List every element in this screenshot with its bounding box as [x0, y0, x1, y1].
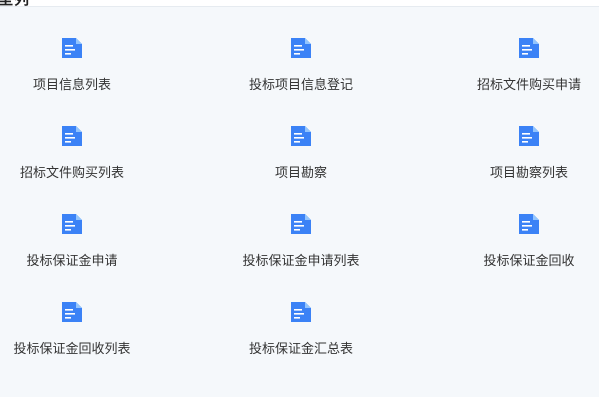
tile-label: 投标保证金申请列表	[242, 254, 360, 269]
tile-bid-deposit-request[interactable]: 投标保证金申请	[0, 212, 162, 282]
tile-bid-project-registration[interactable]: 投标项目信息登记	[211, 36, 391, 106]
tile-label: 项目信息列表	[32, 78, 111, 93]
app-page: 型列 项目信息列表 投标项目信息登记 招标文件购买申请 招标文件购买列表 项目勘…	[0, 0, 599, 397]
document-icon	[289, 212, 313, 236]
tile-bid-deposit-recovery[interactable]: 投标保证金回收	[439, 212, 599, 282]
tile-project-survey-list[interactable]: 项目勘察列表	[439, 124, 599, 194]
tile-bid-deposit-summary[interactable]: 投标保证金汇总表	[211, 300, 391, 370]
document-icon	[60, 212, 84, 236]
document-icon	[517, 212, 541, 236]
header-bar	[0, 0, 599, 7]
tile-tender-doc-purchase-request[interactable]: 招标文件购买申请	[439, 36, 599, 106]
tile-project-info-list[interactable]: 项目信息列表	[0, 36, 162, 106]
tile-label: 投标项目信息登记	[248, 78, 353, 93]
document-icon	[289, 300, 313, 324]
document-icon	[289, 124, 313, 148]
tile-label: 项目勘察列表	[489, 166, 568, 181]
document-icon	[517, 36, 541, 60]
tile-bid-deposit-request-list[interactable]: 投标保证金申请列表	[211, 212, 391, 282]
tile-label: 投标保证金回收	[483, 254, 575, 269]
tile-label: 投标保证金回收列表	[13, 342, 131, 357]
tile-label: 投标保证金汇总表	[248, 342, 353, 357]
document-icon	[60, 124, 84, 148]
tile-bid-deposit-recovery-list[interactable]: 投标保证金回收列表	[0, 300, 162, 370]
document-icon	[289, 36, 313, 60]
tile-label: 招标文件购买列表	[19, 166, 124, 181]
tile-tender-doc-purchase-list[interactable]: 招标文件购买列表	[0, 124, 162, 194]
document-icon	[60, 36, 84, 60]
tile-label: 项目勘察	[274, 166, 327, 181]
document-icon	[60, 300, 84, 324]
document-icon	[517, 124, 541, 148]
tile-label: 招标文件购买申请	[476, 78, 581, 93]
tile-project-survey[interactable]: 项目勘察	[211, 124, 391, 194]
page-title: 型列	[0, 0, 30, 9]
tile-label: 投标保证金申请	[26, 254, 118, 269]
